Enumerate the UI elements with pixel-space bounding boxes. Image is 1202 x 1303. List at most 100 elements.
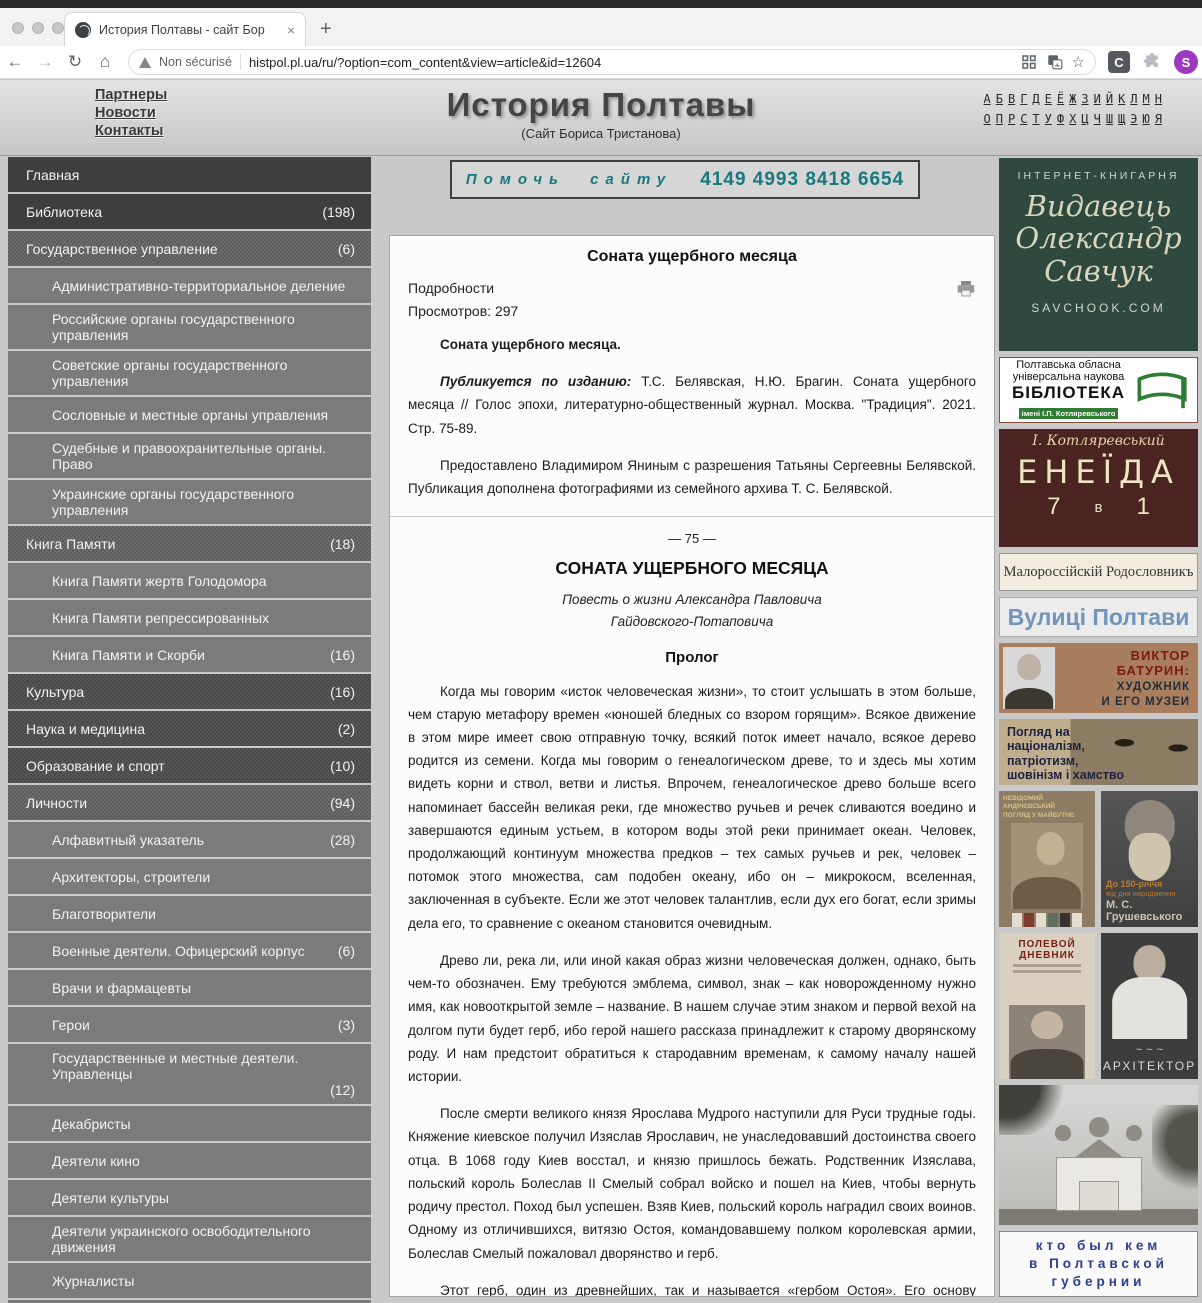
alphabet-letter-link[interactable]: О [983, 112, 990, 126]
sidebar-item[interactable]: Личности (94) [8, 785, 371, 820]
ktobylkem-line1: кто был кем [1036, 1237, 1161, 1255]
profile-avatar[interactable]: S [1174, 50, 1198, 74]
sidebar-item[interactable]: Книга Памяти жертв Голодомора [8, 563, 371, 598]
new-tab-button[interactable]: + [320, 18, 332, 41]
alphabet-letter-link[interactable]: Ф [1057, 112, 1064, 126]
donate-banner[interactable]: Помочь сайту 4149 4993 8418 6654 [450, 160, 920, 199]
banner-library[interactable]: Полтавська обласна універсальна наукова … [999, 357, 1198, 423]
browser-tab[interactable]: История Полтавы - сайт Бор × [64, 12, 306, 46]
vulytsi-title: Вулиці Полтави [1008, 604, 1190, 631]
alphabet-letter-link[interactable]: Б [996, 92, 1003, 106]
reload-icon[interactable]: ↻ [60, 52, 90, 72]
tab-close-icon[interactable]: × [287, 22, 295, 38]
alphabet-letter-link[interactable]: Я [1155, 112, 1162, 126]
alphabet-letter-link[interactable]: В [1008, 92, 1015, 106]
url-text[interactable]: histpol.pl.ua/ru/?option=com_content&vie… [249, 55, 1012, 70]
banner-andriievskyi-book[interactable]: НЕВІДОМИЙ АНДРІЄВСЬКИЙ ПОГЛЯД У МАЙБУТНЄ [999, 791, 1095, 927]
alphabet-letter-link[interactable]: Щ [1118, 112, 1125, 126]
alphabet-letter-link[interactable]: Ц [1081, 112, 1088, 126]
sidebar-item[interactable]: Декабристы [8, 1106, 371, 1141]
banner-hrushevskyi[interactable]: До 150-річчя від дня народження М. С. Гр… [1101, 791, 1198, 927]
banner-polevoi-dnevnik[interactable]: ПОЛЕВОЙ ДНЕВНИК [999, 933, 1095, 1079]
alphabet-letter-link[interactable]: Н [1155, 92, 1162, 106]
sidebar-item[interactable]: Украинские органы государственного управ… [8, 480, 371, 524]
sidebar-item[interactable]: Врачи и фармацевты [8, 970, 371, 1005]
alphabet-letter-link[interactable]: М [1143, 92, 1150, 106]
sidebar-item-label: Сословные и местные органы управления [52, 407, 328, 423]
sidebar-item[interactable]: Образование и спорт (10) [8, 748, 371, 783]
alphabet-letter-link[interactable]: Ю [1143, 112, 1150, 126]
banner-rodoslovnik[interactable]: Малороссійскій Родословникъ [999, 553, 1198, 591]
banner-kto-byl-kem[interactable]: кто был кем в Полтавской губернии [999, 1231, 1198, 1297]
sidebar-item[interactable]: Главная [8, 157, 371, 192]
alphabet-letter-link[interactable]: Л [1130, 92, 1137, 106]
sidebar-item-label: Благотворители [52, 906, 156, 922]
banner-church-photo[interactable] [999, 1085, 1198, 1225]
alphabet-letter-link[interactable]: Ё [1057, 92, 1064, 106]
alphabet-letter-link[interactable]: Ш [1106, 112, 1113, 126]
address-bar[interactable]: Non sécurisé histpol.pl.ua/ru/?option=co… [128, 49, 1096, 75]
banner-pohliad[interactable]: Погляд на націоналізм, патріотизм, шовін… [999, 719, 1198, 785]
minimize-window-icon[interactable] [32, 22, 44, 34]
sidebar-item[interactable]: Советские органы государственного управл… [8, 351, 371, 395]
sidebar-item[interactable]: Архитекторы, строители [8, 859, 371, 894]
sidebar-item[interactable]: Сословные и местные органы управления [8, 397, 371, 432]
back-icon[interactable]: ← [0, 52, 30, 72]
sidebar-item[interactable]: Государственное управление (6) [8, 231, 371, 266]
alphabet-letter-link[interactable]: З [1081, 92, 1088, 106]
sidebar-item[interactable]: Деятели культуры [8, 1180, 371, 1215]
alphabet-letter-link[interactable]: Ч [1094, 112, 1101, 126]
alphabet-letter-link[interactable]: Р [1008, 112, 1015, 126]
alphabet-letter-link[interactable]: А [983, 92, 990, 106]
alphabet-letter-link[interactable]: К [1118, 92, 1125, 106]
sidebar-item[interactable]: Библиотека (198) [8, 194, 371, 229]
sidebar-item[interactable]: Деятели кино [8, 1143, 371, 1178]
sidebar-item[interactable]: Административно-территориальное деление [8, 268, 371, 303]
bookmark-star-icon[interactable]: ☆ [1072, 53, 1085, 71]
alphabet-letter-link[interactable]: И [1094, 92, 1101, 106]
sidebar-item[interactable]: Книга Памяти и Скорби (16) [8, 637, 371, 672]
sidebar-item[interactable]: Российские органы государственного управ… [8, 305, 371, 349]
banner-vulytsi-poltavy[interactable]: Вулиці Полтави [999, 597, 1198, 637]
alphabet-letter-link[interactable]: Е [1045, 92, 1052, 106]
alphabet-letter-link[interactable]: Д [1032, 92, 1039, 106]
banner-arkhitektor-book[interactable]: ~ ~ ~ АРХІТЕКТОР [1101, 933, 1198, 1079]
alphabet-letter-link[interactable]: У [1045, 112, 1052, 126]
sidebar-item[interactable]: Судебные и правоохранительные органы. Пр… [8, 434, 371, 478]
alphabet-letter-link[interactable]: П [996, 112, 1003, 126]
alphabet-letter-link[interactable]: Т [1032, 112, 1039, 126]
alphabet-letter-link[interactable]: Э [1130, 112, 1137, 126]
sidebar-item[interactable]: Благотворители [8, 896, 371, 931]
sidebar-item[interactable]: Государственные и местные деятели. Управ… [8, 1044, 371, 1104]
banner-eneida-book[interactable]: І. Котляревський ЕНЕЇДА 7 в 1 [999, 429, 1198, 547]
window-controls[interactable] [12, 22, 64, 34]
sidebar-item[interactable]: Военные деятели. Офицерский корпус (6) [8, 933, 371, 968]
sidebar-item[interactable]: Культура (16) [8, 674, 371, 709]
sidebar-item[interactable]: Алфавитный указатель (28) [8, 822, 371, 857]
zoom-window-icon[interactable] [52, 22, 64, 34]
alphabet-letter-link[interactable]: Г [1020, 92, 1027, 106]
security-warning-icon[interactable] [139, 57, 151, 68]
extension-c-icon[interactable]: C [1108, 51, 1130, 73]
home-icon[interactable]: ⌂ [90, 52, 120, 72]
sidebar-item[interactable]: Журналисты [8, 1263, 371, 1298]
print-icon[interactable] [956, 280, 976, 297]
sidebar-item[interactable]: Наука и медицина (2) [8, 711, 371, 746]
translate-icon[interactable] [1046, 53, 1064, 71]
alphabet-letter-link[interactable]: Й [1106, 92, 1113, 106]
sidebar-item-label: Культура [26, 684, 84, 700]
sidebar-item[interactable]: Герои (3) [8, 1007, 371, 1042]
alphabet-letter-link[interactable]: Ж [1069, 92, 1076, 106]
banner-savchuk-bookstore[interactable]: ІНТЕРНЕТ-КНИГАРНЯ Видавець Олександр Сав… [999, 158, 1198, 351]
hrushevskyi-line2: від дня народження [1106, 889, 1198, 898]
sidebar-item[interactable]: Книга Памяти (18) [8, 526, 371, 561]
apps-grid-icon[interactable] [1020, 53, 1038, 71]
extensions-puzzle-icon[interactable] [1142, 52, 1162, 72]
banner-baturin[interactable]: ВИКТОР БАТУРИН: ХУДОЖНИК И ЕГО МУЗЕИ [999, 643, 1198, 713]
alphabet-letter-link[interactable]: Х [1069, 112, 1076, 126]
close-window-icon[interactable] [12, 22, 24, 34]
forward-icon[interactable]: → [30, 52, 60, 72]
alphabet-letter-link[interactable]: С [1020, 112, 1027, 126]
sidebar-item[interactable]: Деятели украинского освободительного дви… [8, 1217, 371, 1261]
sidebar-item[interactable]: Книга Памяти репрессированных [8, 600, 371, 635]
